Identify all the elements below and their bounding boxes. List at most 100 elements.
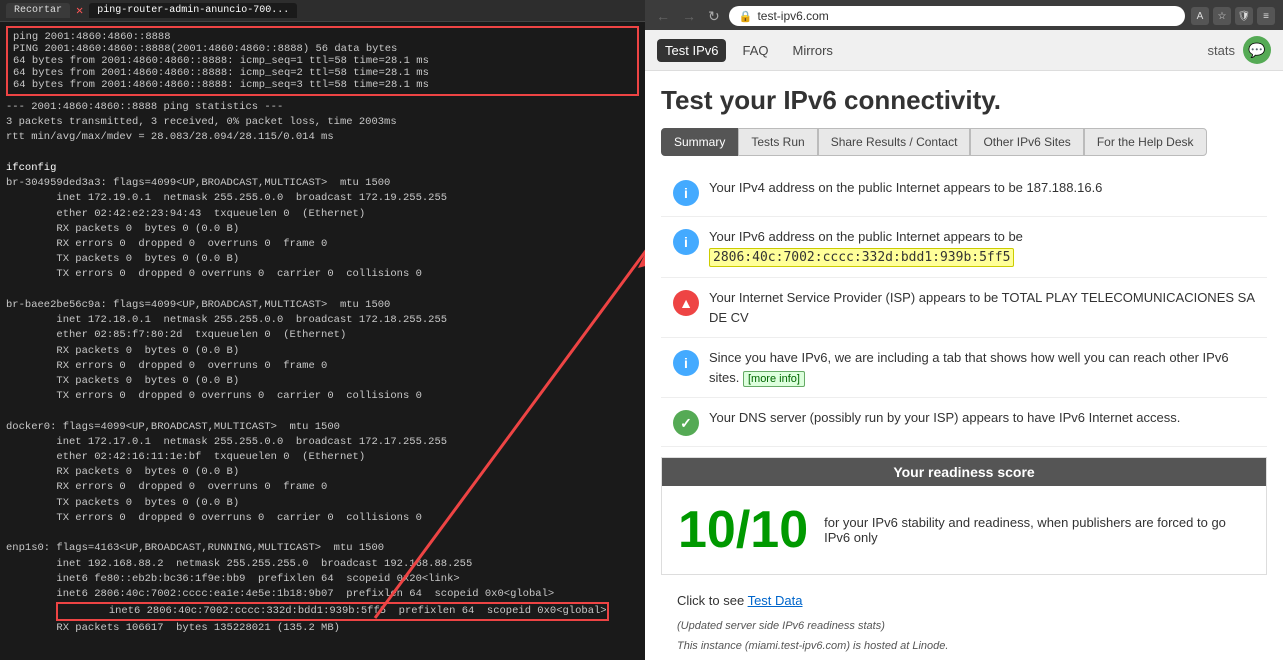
info-card-ipv4: i Your IPv4 address on the public Intern…: [661, 168, 1267, 217]
term-blank-2: [6, 283, 639, 298]
term-enp-inet6-1: inet6 2806:40c:7002:cccc:ea1e:4e5e:1b18:…: [6, 587, 639, 602]
page-title: Test your IPv6 connectivity.: [661, 85, 1267, 116]
translate-icon[interactable]: A: [1191, 7, 1209, 25]
terminal-tab-bar: Recortar ✕ ping-router-admin-anuncio-700…: [0, 0, 645, 22]
term-br-inet: inet 172.19.0.1 netmask 255.255.0.0 broa…: [6, 191, 639, 206]
term-packets-line: 3 packets transmitted, 3 received, 0% pa…: [6, 115, 639, 130]
updated-stats-text: (Updated server side IPv6 readiness stat…: [661, 616, 1267, 636]
site-main-content: Test your IPv6 connectivity. Summary Tes…: [645, 71, 1283, 660]
info-card-ipv6: i Your IPv6 address on the public Intern…: [661, 217, 1267, 278]
term-enp-flags: enp1s0: flags=4163<UP,BROADCAST,RUNNING,…: [6, 541, 639, 556]
info-icon-isp: ▲: [673, 290, 699, 316]
term-highlighted-inet6: inet6 2806:40c:7002:cccc:332d:bdd1:939b:…: [56, 602, 608, 621]
ipv6-address-highlight: 2806:40c:7002:cccc:332d:bdd1:939b:5ff5: [709, 248, 1014, 267]
term-br2-ether: ether 02:85:f7:80:2d txqueuelen 0 (Ether…: [6, 328, 639, 343]
shield-icon[interactable]: 🛡: [1235, 7, 1253, 25]
ipv6-text-pre: Your IPv6 address on the public Internet…: [709, 229, 1023, 244]
term-docker-rx-err: RX errors 0 dropped 0 overruns 0 frame 0: [6, 480, 639, 495]
term-docker-tx1: TX packets 0 bytes 0 (0.0 B): [6, 496, 639, 511]
ping-output-box: ping 2001:4860:4860::8888 PING 2001:4860…: [6, 26, 639, 96]
back-button[interactable]: ←: [653, 8, 673, 24]
tab-help-desk[interactable]: For the Help Desk: [1084, 128, 1207, 156]
info-card-dns: ✓ Your DNS server (possibly run by your …: [661, 398, 1267, 447]
info-card-isp: ▲ Your Internet Service Provider (ISP) a…: [661, 278, 1267, 338]
score-body: 10/10 for your IPv6 stability and readin…: [662, 486, 1266, 574]
term-docker-inet: inet 172.17.0.1 netmask 255.255.0.0 broa…: [6, 435, 639, 450]
term-docker-ether: ether 02:42:16:11:1e:bf txqueuelen 0 (Et…: [6, 450, 639, 465]
nav-mirrors[interactable]: Mirrors: [784, 39, 840, 62]
term-enp-inet6-2-wrapper: inet6 2806:40c:7002:cccc:332d:bdd1:939b:…: [6, 602, 639, 621]
term-ifconfig: ifconfig: [6, 161, 639, 176]
term-br-ether: ether 02:42:e2:23:94:43 txqueuelen 0 (Et…: [6, 207, 639, 222]
score-header: Your readiness score: [662, 458, 1266, 486]
ping-line-3: 64 bytes from 2001:4860:4860::8888: icmp…: [13, 67, 632, 79]
info-icon-ipv6: i: [673, 229, 699, 255]
term-br2-flags: br-baee2be56c9a: flags=4099<UP,BROADCAST…: [6, 298, 639, 313]
readiness-score-section: Your readiness score 10/10 for your IPv6…: [661, 457, 1267, 575]
term-br2-inet: inet 172.18.0.1 netmask 255.255.0.0 broa…: [6, 313, 639, 328]
term-stats-line: --- 2001:4860:4860::8888 ping statistics…: [6, 100, 639, 115]
tab-tests-run[interactable]: Tests Run: [738, 128, 817, 156]
term-br2-tx-err: TX errors 0 dropped 0 overruns 0 carrier…: [6, 389, 639, 404]
terminal-tab-ping[interactable]: ping-router-admin-anuncio-700...: [89, 3, 297, 18]
term-enp-ether: RX packets 106617 bytes 135228021 (135.2…: [6, 621, 639, 636]
info-card-reach: i Since you have IPv6, we are including …: [661, 338, 1267, 398]
info-text-isp: Your Internet Service Provider (ISP) app…: [709, 288, 1255, 327]
tab-other-ipv6[interactable]: Other IPv6 Sites: [970, 128, 1083, 156]
info-icon-dns: ✓: [673, 410, 699, 436]
info-icon-ipv4: i: [673, 180, 699, 206]
term-br2-tx1: TX packets 0 bytes 0 (0.0 B): [6, 374, 639, 389]
site-content: Test IPv6 FAQ Mirrors stats 💬 Test your …: [645, 30, 1283, 660]
ping-line-2: 64 bytes from 2001:4860:4860::8888: icmp…: [13, 55, 632, 67]
lock-icon: 🔒: [739, 10, 753, 23]
term-br-rx1: RX packets 0 bytes 0 (0.0 B): [6, 222, 639, 237]
term-docker-tx-err: TX errors 0 dropped 0 overruns 0 carrier…: [6, 511, 639, 526]
term-br-tx-err: TX errors 0 dropped 0 overruns 0 carrier…: [6, 267, 639, 282]
test-data-pre: Click to see: [677, 593, 748, 608]
inner-tab-bar: Summary Tests Run Share Results / Contac…: [661, 128, 1267, 156]
browser-toolbar-icons: A ☆ 🛡 ≡: [1191, 7, 1275, 25]
browser-panel: ← → ↻ 🔒 test-ipv6.com A ☆ 🛡 ≡ Test IPv6 …: [645, 0, 1283, 660]
tab-summary[interactable]: Summary: [661, 128, 738, 156]
term-br-rx-err: RX errors 0 dropped 0 overruns 0 frame 0: [6, 237, 639, 252]
term-br-flags: br-304959ded3a3: flags=4099<UP,BROADCAST…: [6, 176, 639, 191]
forward-button[interactable]: →: [679, 8, 699, 24]
ping-line-0: ping 2001:4860:4860::8888: [13, 31, 632, 43]
ping-line-1: PING 2001:4860:4860::8888(2001:4860:4860…: [13, 43, 632, 55]
ping-line-4: 64 bytes from 2001:4860:4860::8888: icmp…: [13, 79, 632, 91]
menu-icon[interactable]: ≡: [1257, 7, 1275, 25]
reload-button[interactable]: ↻: [705, 8, 723, 25]
browser-chrome: ← → ↻ 🔒 test-ipv6.com A ☆ 🛡 ≡: [645, 0, 1283, 30]
address-text: test-ipv6.com: [757, 9, 828, 23]
term-br2-rx1: RX packets 0 bytes 0 (0.0 B): [6, 344, 639, 359]
tab-share-results[interactable]: Share Results / Contact: [818, 128, 971, 156]
nav-stats[interactable]: stats: [1208, 43, 1235, 58]
nav-faq[interactable]: FAQ: [734, 39, 776, 62]
more-info-link[interactable]: [more info]: [743, 371, 805, 387]
terminal-tab-recortar[interactable]: Recortar: [6, 3, 70, 18]
chat-icon[interactable]: 💬: [1243, 36, 1271, 64]
info-text-reach: Since you have IPv6, we are including a …: [709, 348, 1255, 387]
address-bar[interactable]: 🔒 test-ipv6.com: [729, 6, 1185, 26]
term-enp-inet6-fe80: inet6 fe80::eb2b:bc36:1f9e:bb9 prefixlen…: [6, 572, 639, 587]
test-data-section: Click to see Test Data: [661, 585, 1267, 616]
terminal-panel: Recortar ✕ ping-router-admin-anuncio-700…: [0, 0, 645, 660]
term-blank-3: [6, 404, 639, 419]
term-blank-4: [6, 526, 639, 541]
term-docker-flags: docker0: flags=4099<UP,BROADCAST,MULTICA…: [6, 420, 639, 435]
score-description: for your IPv6 stability and readiness, w…: [824, 515, 1250, 545]
score-value: 10/10: [678, 500, 808, 560]
info-text-dns: Your DNS server (possibly run by your IS…: [709, 408, 1180, 428]
test-data-link[interactable]: Test Data: [748, 593, 803, 608]
terminal-close-btn[interactable]: ✕: [76, 3, 83, 18]
term-docker-rx1: RX packets 0 bytes 0 (0.0 B): [6, 465, 639, 480]
info-icon-reach: i: [673, 350, 699, 376]
term-rtt-line: rtt min/avg/max/mdev = 28.083/28.094/28.…: [6, 130, 639, 145]
nav-test-ipv6[interactable]: Test IPv6: [657, 39, 726, 62]
site-nav: Test IPv6 FAQ Mirrors stats 💬: [645, 30, 1283, 71]
info-text-ipv4: Your IPv4 address on the public Internet…: [709, 178, 1102, 198]
bookmark-icon[interactable]: ☆: [1213, 7, 1231, 25]
term-blank-1: [6, 146, 639, 161]
terminal-content: ping 2001:4860:4860::8888 PING 2001:4860…: [0, 22, 645, 656]
term-br-tx1: TX packets 0 bytes 0 (0.0 B): [6, 252, 639, 267]
